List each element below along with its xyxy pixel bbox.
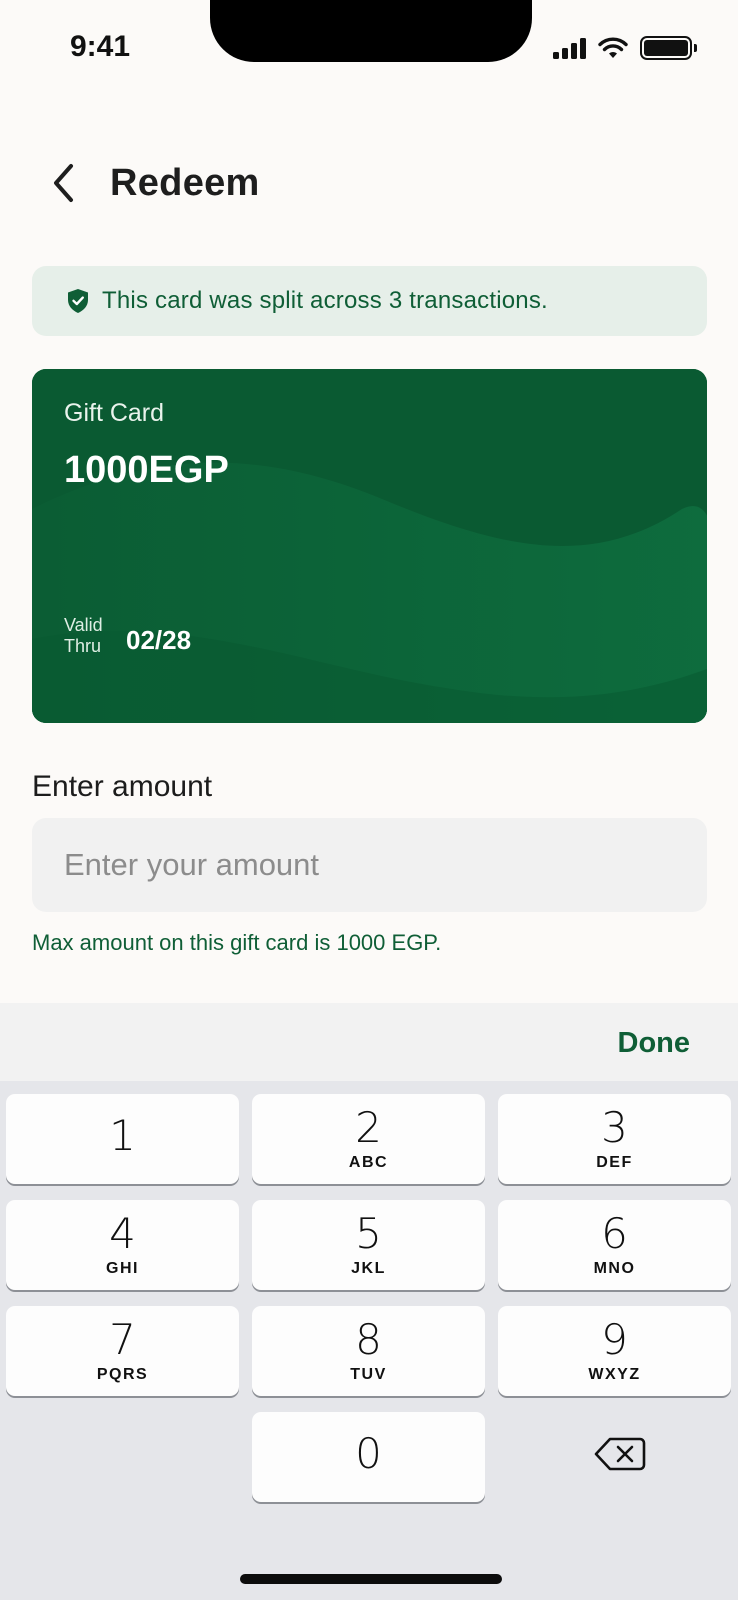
gift-card: Gift Card 1000EGP Valid Thru 02/28 [32,369,707,723]
card-amount: 1000EGP [64,449,229,491]
key-digit: 9 [601,1315,628,1364]
device-notch [210,0,532,62]
key-digit: 1 [109,1111,136,1160]
amount-input[interactable] [32,818,707,912]
key-9[interactable]: 9 WXYZ [498,1306,731,1396]
backspace-icon [594,1437,646,1471]
keyboard-toolbar: Done [0,1003,738,1081]
key-letters: MNO [593,1260,636,1277]
key-digit: 7 [109,1315,136,1364]
key-5[interactable]: 5 JKL [252,1200,485,1290]
valid-thru-label: Valid Thru [64,615,103,656]
key-letters: GHI [106,1260,139,1277]
cellular-signal-icon [553,37,586,59]
wifi-icon [598,37,628,58]
numeric-keyboard: Done [0,1003,738,1600]
key-digit: 0 [355,1429,382,1478]
battery-icon [640,36,697,60]
status-bar: 9:41 [0,0,738,100]
chevron-left-icon [54,164,73,202]
key-letters: ABC [348,1154,389,1171]
key-8[interactable]: 8 TUV [252,1306,485,1396]
shield-check-icon [68,289,88,313]
done-button[interactable]: Done [618,1027,691,1060]
key-letters: DEF [596,1154,633,1171]
key-digit: 6 [601,1209,628,1258]
back-button[interactable] [46,160,80,206]
key-7[interactable]: 7 PQRS [6,1306,239,1396]
key-letters: TUV [350,1366,387,1383]
key-digit: 2 [355,1103,382,1152]
key-digit: 8 [355,1315,382,1364]
max-amount-helper: Max amount on this gift card is 1000 EGP… [32,930,442,955]
key-digit: 5 [355,1209,382,1258]
page-title: Redeem [110,161,260,204]
key-digit: 3 [601,1103,628,1152]
backspace-button[interactable] [590,1432,650,1476]
key-4[interactable]: 4 GHI [6,1200,239,1290]
key-0[interactable]: 0 [252,1412,485,1502]
amount-label: Enter amount [32,770,213,803]
banner-text: This card was split across 3 transaction… [102,287,548,314]
key-letters: JKL [351,1260,386,1277]
status-time: 9:41 [70,30,131,63]
header: Redeem [46,160,260,206]
key-letters: PQRS [96,1366,149,1383]
valid-thru-date: 02/28 [126,625,192,655]
key-letters: WXYZ [588,1366,641,1383]
key-digit: 4 [109,1209,136,1258]
home-indicator [240,1574,502,1584]
key-1[interactable]: 1 [6,1094,239,1184]
card-label: Gift Card [64,399,165,427]
key-2[interactable]: 2 ABC [252,1094,485,1184]
status-icons [553,36,697,60]
split-info-banner: This card was split across 3 transaction… [32,266,707,336]
key-3[interactable]: 3 DEF [498,1094,731,1184]
key-6[interactable]: 6 MNO [498,1200,731,1290]
